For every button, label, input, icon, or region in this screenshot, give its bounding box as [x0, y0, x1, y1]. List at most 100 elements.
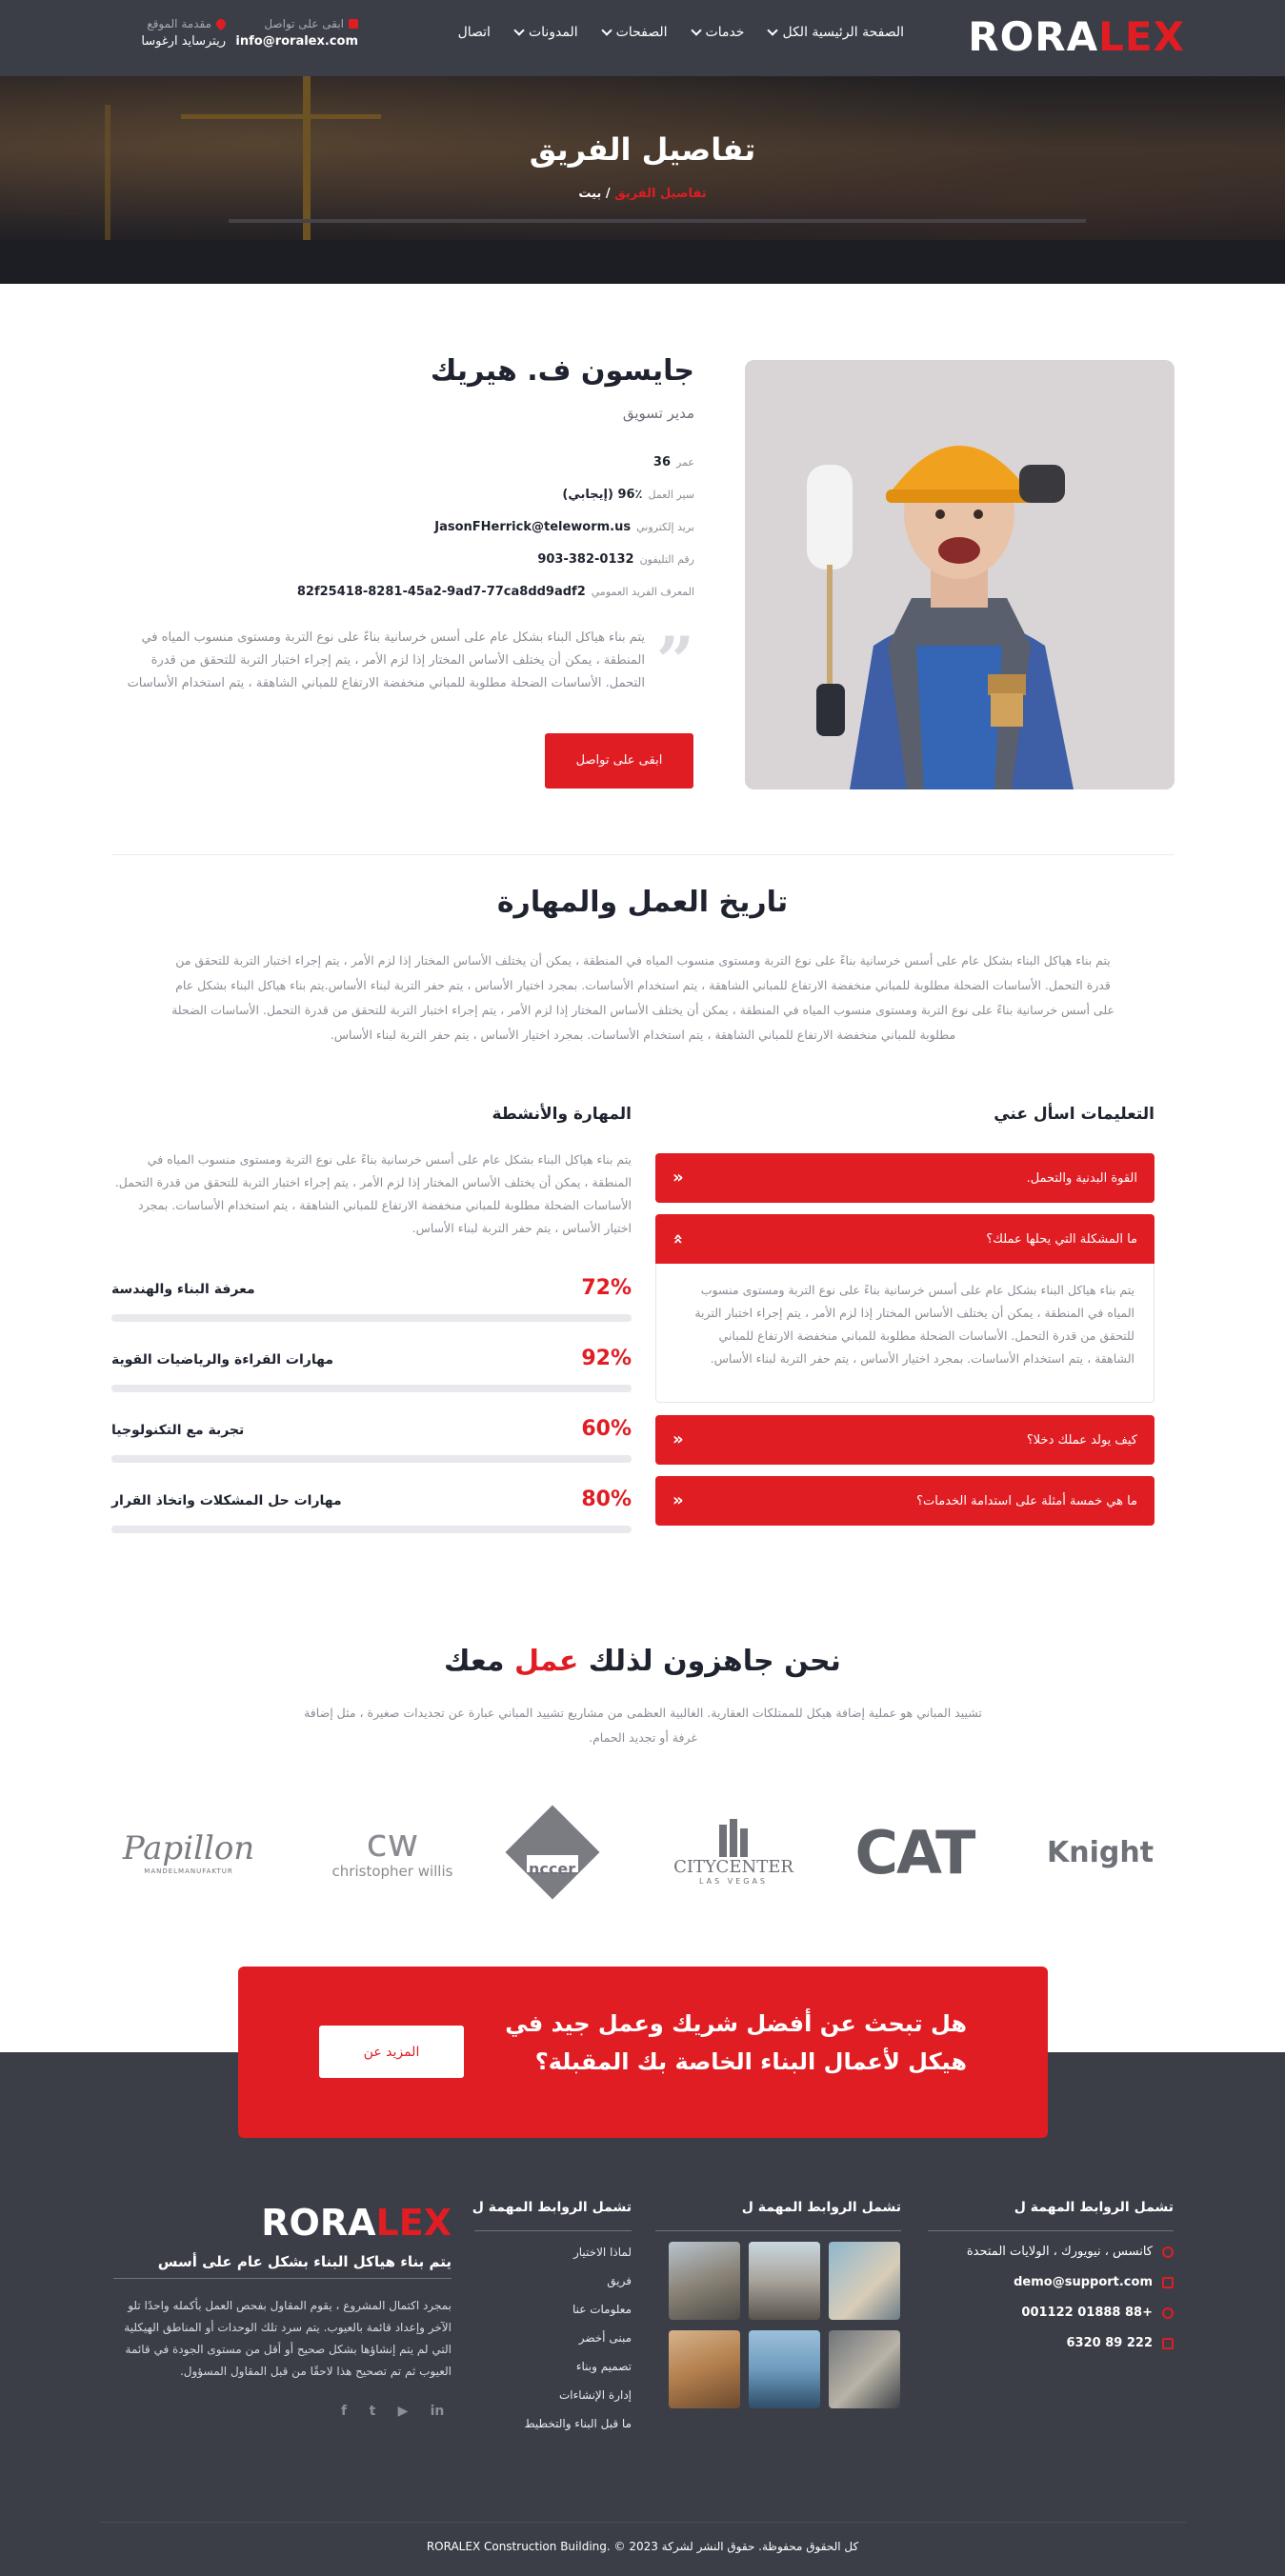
skill-label: مهارات القراءة والرياضيات القوية	[111, 1352, 333, 1368]
member-quote: يتم بناء هياكل البناء بشكل عام على أسس خ…	[127, 630, 645, 690]
brand-logo-knight: Knight	[1046, 1835, 1154, 1869]
history-title: تاريخ العمل والمهارة	[496, 886, 789, 919]
skill-label: تجربة مع التكنولوجيا	[111, 1423, 245, 1438]
gallery-thumbnail[interactable]	[749, 2242, 820, 2320]
nav-item-services[interactable]: خدمات	[690, 25, 744, 40]
member-name: جايسون ف. هيريك	[430, 354, 694, 388]
header-location-block: مقدمة الموقع ريترسايد ارغوسا	[141, 16, 229, 49]
youtube-icon[interactable]: ▶	[394, 2404, 412, 2421]
chevron-down-icon	[767, 25, 779, 36]
chevron-down-icon	[513, 25, 525, 36]
footer-logo[interactable]: RORALEX	[261, 2202, 452, 2244]
page-title: تفاصيل الفريق	[529, 131, 756, 168]
nav-item-contact[interactable]: اتصال	[458, 25, 491, 40]
info-guid: المعرف الفريد العمومي 82f25418-8281-45a2-…	[296, 585, 694, 599]
site-logo[interactable]: RORALEX	[968, 13, 1185, 61]
footer-col-links-title: تشمل الروابط المهمة ل	[472, 2200, 632, 2215]
double-chevron-left-icon: «	[673, 1168, 684, 1188]
more-about-button[interactable]: المزيد عن	[319, 2026, 464, 2078]
footer-link[interactable]: ما قبل البناء والتخطيط	[524, 2417, 632, 2430]
footer-link[interactable]: إدارة الإنشاءات	[559, 2388, 632, 2402]
skill-percent: 60%	[581, 1417, 632, 1441]
twitter-icon[interactable]: t	[364, 2404, 381, 2421]
ready-title: نحن جاهزون لذلك عمل معك	[444, 1645, 841, 1678]
faq-item[interactable]: كيف يولد عملك دخلا؟ «	[655, 1415, 1154, 1465]
skill-percent: 92%	[581, 1347, 632, 1370]
skill-progress-fill	[111, 1526, 528, 1533]
info-phone: رقم التليفون 903-382-0132	[537, 552, 694, 567]
faq-item[interactable]: ما هي خمسة أمثلة على استدامة الخدمات؟ «	[655, 1476, 1154, 1526]
team-member-photo	[745, 360, 1175, 789]
faq-item-open[interactable]: ما المشكلة التي يحلها عملك؟ «	[655, 1214, 1154, 1264]
nav-item-home[interactable]: الصفحة الرئيسية الكل	[767, 25, 904, 40]
footer-link[interactable]: فريق	[607, 2274, 632, 2287]
footer-phone[interactable]: +88 01888 001122	[1021, 2306, 1174, 2320]
chevron-down-icon	[600, 25, 612, 36]
chevron-down-icon	[690, 25, 702, 36]
breadcrumb-home[interactable]: بيت	[578, 187, 601, 201]
skill-label: مهارات حل المشكلات واتخاذ القرار	[111, 1493, 342, 1508]
site-header: RORALEX الصفحة الرئيسية الكل خدمات الصفح…	[0, 0, 1285, 76]
skill-progress-fill	[111, 1385, 590, 1392]
footer-address: كانسس ، نيويورك ، الولايات المتحدة	[967, 2245, 1174, 2259]
copyright: كل الحقوق محفوظة. حقوق النشر لشركة RORAL…	[426, 2540, 859, 2553]
faq-item[interactable]: القوة البدنية والتحمل. «	[655, 1153, 1154, 1203]
gallery-thumbnail[interactable]	[669, 2330, 740, 2408]
footer-tagline: يتم بناء هياكل البناء بشكل عام على أسس	[157, 2253, 452, 2270]
cta-banner: هل تبحث عن أفضل شريك وعمل جيد في هيكل لأ…	[238, 1967, 1048, 2138]
member-role: مدير تسويق	[622, 405, 694, 422]
skill-percent: 72%	[581, 1276, 632, 1300]
gallery-thumbnail[interactable]	[829, 2242, 900, 2320]
breadcrumb-current: تفاصيل الفريق	[614, 187, 707, 201]
brand-logo-cat: CAT	[854, 1817, 976, 1887]
gallery-thumbnail[interactable]	[829, 2330, 900, 2408]
breadcrumb: تفاصيل الفريق / بيت	[578, 187, 707, 201]
faq-answer: يتم بناء هياكل البناء بشكل عام على أسس خ…	[655, 1264, 1154, 1403]
worker-illustration	[745, 360, 1175, 789]
skill-progress-fill	[111, 1314, 486, 1322]
nav-item-pages[interactable]: الصفحات	[600, 25, 668, 40]
brand-logo-nccer: nccer	[495, 1805, 610, 1900]
brand-logo-christopher-willis: cw christopher willis	[331, 1822, 453, 1880]
gallery-thumbnail[interactable]	[749, 2330, 820, 2408]
footer-col-contact-title: تشمل الروابط المهمة ل	[1014, 2200, 1174, 2215]
footer-link[interactable]: تصميم وبناء	[576, 2360, 632, 2373]
linkedin-icon[interactable]: in	[429, 2404, 446, 2421]
skill-percent: 80%	[581, 1488, 632, 1511]
brand-logo-papillon: Papillon MANDELMANUFAKTUR	[122, 1829, 255, 1875]
location-label: مقدمة الموقع	[147, 17, 211, 30]
skill-progress-fill	[111, 1455, 424, 1463]
fax-icon	[1162, 2337, 1174, 2349]
footer-link[interactable]: لماذا الاختيار	[573, 2246, 632, 2259]
double-chevron-left-icon: «	[673, 1429, 684, 1449]
facebook-icon[interactable]: f	[335, 2404, 352, 2421]
footer-col-gallery-title: تشمل الروابط المهمة ل	[741, 2200, 901, 2215]
header-email-block[interactable]: ابقى على تواصل info@roralex.com	[235, 17, 358, 49]
history-text: يتم بناء هياكل البناء بشكل عام على أسس خ…	[171, 953, 1114, 1042]
mail-icon	[1162, 2276, 1174, 2288]
footer-link[interactable]: مبنى أخضر	[579, 2331, 632, 2345]
location-value: ريترسايد ارغوسا	[141, 34, 226, 49]
ready-text: تشييد المباني هو عملية إضافة هيكل للممتل…	[304, 1706, 982, 1745]
footer-link[interactable]: معلومات عنا	[572, 2303, 632, 2316]
divider	[111, 854, 1174, 855]
gallery-thumbnail[interactable]	[669, 2242, 740, 2320]
email-value[interactable]: info@roralex.com	[235, 34, 358, 49]
cta-text: هل تبحث عن أفضل شريك وعمل جيد في هيكل لأ…	[505, 2010, 967, 2075]
email-label: ابقى على تواصل	[264, 17, 344, 30]
skill-label: معرفة البناء والهندسة	[111, 1282, 255, 1297]
globe-icon	[1162, 2246, 1174, 2258]
main-nav: الصفحة الرئيسية الكل خدمات الصفحات المدو…	[458, 25, 904, 40]
footer-email[interactable]: demo@support.com	[1014, 2275, 1174, 2289]
double-chevron-down-icon: «	[667, 1233, 688, 1245]
nav-item-blogs[interactable]: المدونات	[513, 25, 578, 40]
brand-logo-citycenter: CITYCENTER LAS VEGAS	[667, 1809, 800, 1895]
phone-icon	[1162, 2306, 1174, 2319]
get-in-touch-button[interactable]: ابقى على تواصل	[545, 733, 693, 789]
info-email: بريد إلكتروني JasonFHerrick@teleworm.us	[434, 520, 694, 534]
double-chevron-left-icon: «	[673, 1490, 684, 1510]
faq-title: التعليمات اسأل عني	[994, 1105, 1154, 1124]
location-pin-icon	[213, 16, 229, 31]
skills-text: يتم بناء هياكل البناء بشكل عام على أسس خ…	[114, 1152, 632, 1235]
info-workflow: سير العمل 96٪ (إيجابي)	[562, 488, 694, 502]
